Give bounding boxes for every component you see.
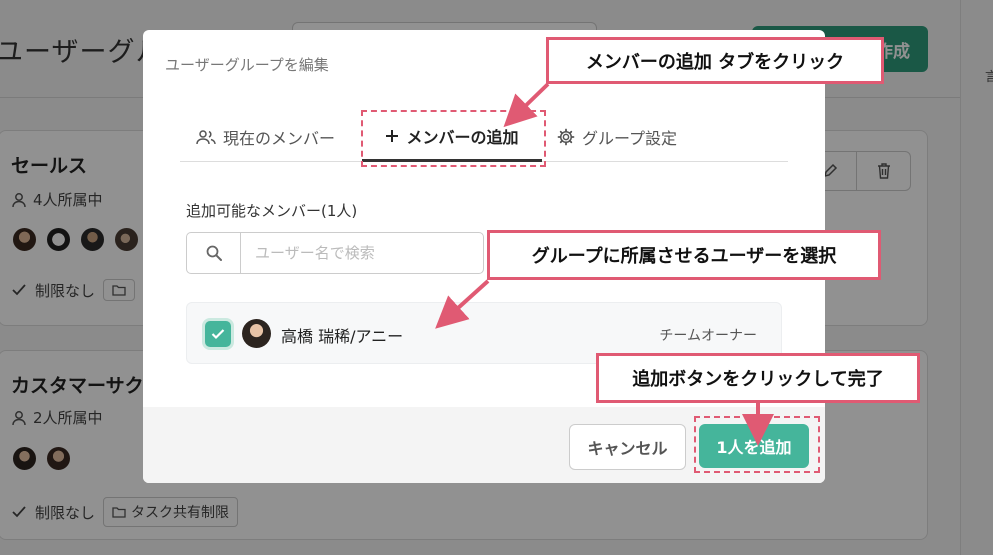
avatar xyxy=(242,319,271,348)
search-icon xyxy=(206,245,222,261)
users-icon xyxy=(196,130,216,145)
search-icon-box xyxy=(187,233,241,273)
member-name: 高橋 瑞稀/アニー xyxy=(281,327,404,346)
tab-current-members[interactable]: 現在のメンバー xyxy=(196,112,335,162)
annotation-step2: グループに所属させるユーザーを選択 xyxy=(487,230,881,280)
member-role: チームオーナー xyxy=(659,328,757,344)
checkmark-icon xyxy=(211,329,225,340)
available-members-label: 追加可能なメンバー(1人) xyxy=(186,202,358,220)
highlight-add-button xyxy=(694,416,820,473)
annotation-step3: 追加ボタンをクリックして完了 xyxy=(596,353,920,403)
annotation-step1: メンバーの追加 タブをクリック xyxy=(546,37,884,84)
tab-group-settings[interactable]: グループ設定 xyxy=(557,112,677,162)
member-checkbox[interactable] xyxy=(205,321,231,347)
cancel-button[interactable]: キャンセル xyxy=(569,424,686,470)
tab-group-settings-label: グループ設定 xyxy=(582,129,678,148)
member-search xyxy=(186,232,484,274)
highlight-add-tab xyxy=(361,110,546,167)
member-search-input[interactable] xyxy=(241,233,483,273)
tab-current-members-label: 現在のメンバー xyxy=(223,129,336,148)
gear-icon xyxy=(557,128,575,146)
modal-title: ユーザーグループを編集 xyxy=(165,56,329,74)
